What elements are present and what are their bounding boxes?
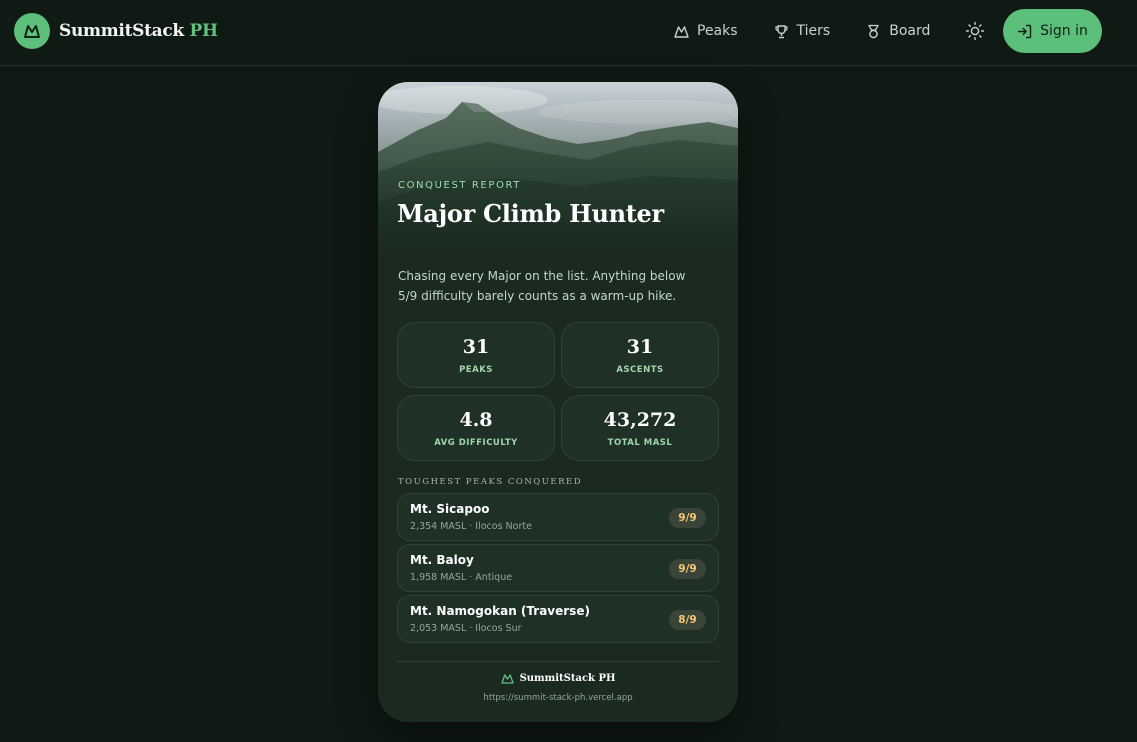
stat-avg-difficulty-label: AVG DIFFICULTY [434,438,518,448]
nav-tiers[interactable]: Tiers [774,20,831,42]
peak-list-item: Mt. Baloy 1,958 MASL · Antique 9/9 [397,544,719,592]
trophy-icon [774,24,788,38]
brand-name: SummitStack PH [59,21,218,41]
section-title: TOUGHEST PEAKS CONQUERED [398,477,583,487]
footer-brand-name: SummitStack PH [519,673,616,684]
peak-list-item: Mt. Sicapoo 2,354 MASL · Ilocos Norte 9/… [397,493,719,541]
card-description: Chasing every Major on the list. Anythin… [398,269,686,303]
stat-peaks-value: 31 [462,336,490,358]
theme-toggle-button[interactable] [964,20,986,42]
nav-board[interactable]: Board [866,20,930,42]
peak-list-item: Mt. Namogokan (Traverse) 2,053 MASL · Il… [397,595,719,643]
footer-brand: SummitStack PH [378,673,738,684]
nav-peaks-label: Peaks [697,23,738,39]
difficulty-badge: 9/9 [669,559,706,579]
footer-divider [397,661,719,662]
stat-ascents-label: ASCENTS [616,365,664,375]
top-navbar: SummitStack PH Peaks Tiers Board Sign in [0,0,1137,66]
brand-link[interactable]: SummitStack PH [14,13,218,49]
stat-total-masl-value: 43,272 [603,409,677,431]
stat-ascents: 31 ASCENTS [561,322,719,388]
mountain-icon [674,25,689,38]
nav-board-label: Board [889,23,931,39]
difficulty-badge: 9/9 [669,508,706,528]
medal-icon [868,24,879,38]
conquest-report-card: CONQUEST REPORT Major Climb Hunter Chasi… [378,82,738,722]
card-title: Major Climb Hunter [397,199,664,228]
nav-peaks[interactable]: Peaks [674,20,738,42]
brand-name-suffix: PH [189,21,219,41]
peak-name: Mt. Baloy [410,553,474,567]
stat-avg-difficulty: 4.8 AVG DIFFICULTY [397,395,555,461]
stat-ascents-value: 31 [626,336,654,358]
stat-peaks: 31 PEAKS [397,322,555,388]
stat-avg-difficulty-value: 4.8 [459,409,493,431]
peak-name: Mt. Namogokan (Traverse) [410,604,590,618]
footer-url: https://summit-stack-ph.vercel.app [483,693,633,703]
peak-meta: 2,354 MASL · Ilocos Norte [410,521,532,532]
sign-in-button[interactable]: Sign in [1003,9,1102,53]
stat-total-masl-label: TOTAL MASL [607,438,673,448]
mountain-logo-icon [14,13,50,49]
stat-peaks-label: PEAKS [459,365,493,375]
difficulty-badge: 8/9 [669,610,706,630]
peak-meta: 1,958 MASL · Antique [410,572,513,583]
sun-icon [965,21,985,41]
peak-name: Mt. Sicapoo [410,502,490,516]
nav-tiers-label: Tiers [796,23,831,39]
stat-total-masl: 43,272 TOTAL MASL [561,395,719,461]
peak-meta: 2,053 MASL · Ilocos Sur [410,623,522,634]
card-label: CONQUEST REPORT [398,180,521,191]
mountain-icon [500,674,514,684]
brand-name-main: SummitStack [59,21,184,41]
sign-in-label: Sign in [1040,23,1088,39]
sign-in-icon [1017,24,1032,38]
